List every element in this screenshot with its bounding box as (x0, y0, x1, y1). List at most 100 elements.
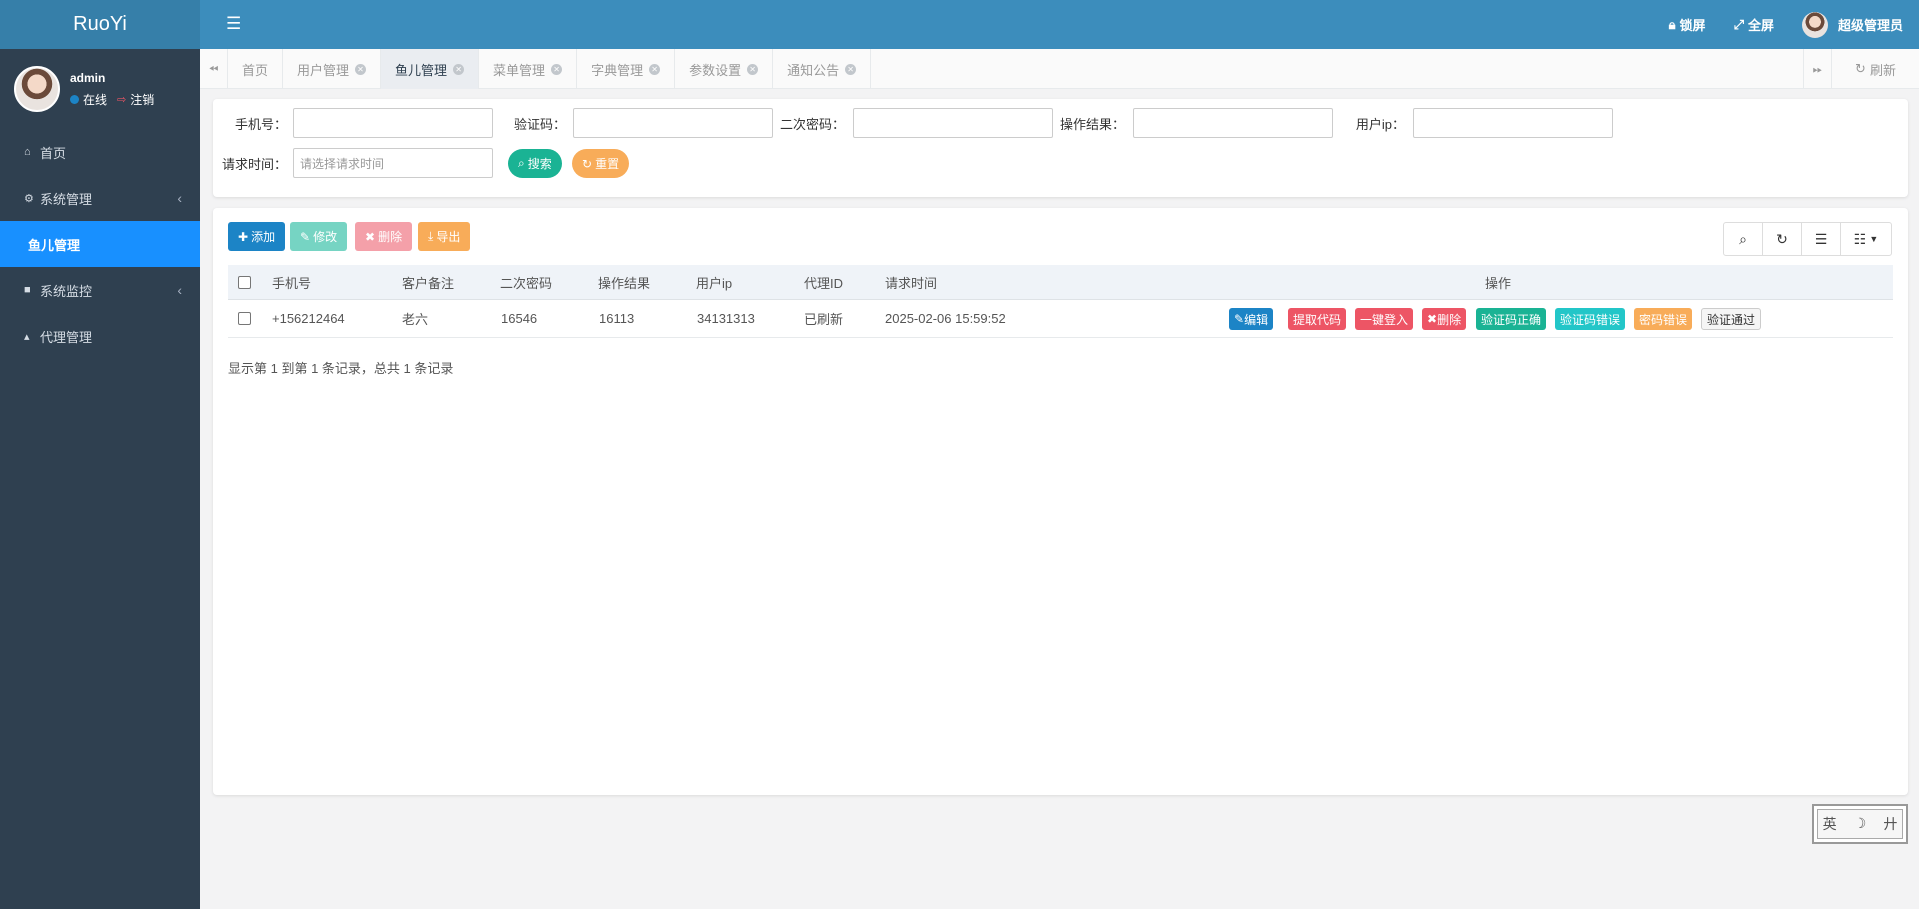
close-icon[interactable]: ✕ (747, 63, 759, 75)
lock-label: 锁屏 (1679, 18, 1706, 33)
col-result[interactable]: 操作结果 (598, 265, 650, 299)
col-agent[interactable]: 代理ID (804, 265, 843, 299)
time-input[interactable]: 请选择请求时间 (293, 148, 493, 178)
close-icon[interactable]: ✕ (453, 63, 465, 75)
user-menu[interactable]: 超级管理员 (1801, 11, 1903, 38)
row-delete-button[interactable]: ✖ 删除 (1422, 308, 1467, 330)
ime-punct[interactable]: 廾 (1883, 814, 1897, 834)
col-ip[interactable]: 用户ip (696, 265, 732, 299)
user-name: admin (70, 70, 106, 85)
one-click-login-button[interactable]: 一键登入 (1355, 308, 1414, 330)
chevron-left-icon: ‹ (177, 190, 182, 206)
gear-icon: ⚙ (24, 192, 34, 205)
export-button[interactable]: ⤓ 导出 (418, 222, 471, 251)
tab-menu-management[interactable]: 菜单管理 ✕ (479, 49, 578, 89)
table-header: 手机号 客户备注 二次密码 操作结果 用户ip 代理ID 请求时间 操作 (228, 265, 1893, 300)
ime-toolbar[interactable]: 英 ☽ 廾 (1812, 804, 1908, 844)
search-button[interactable]: ⌕ 搜索 (508, 149, 562, 178)
avatar[interactable] (14, 66, 60, 112)
tab-params[interactable]: 参数设置 ✕ (675, 49, 774, 89)
refresh-icon: ↻ (582, 156, 593, 171)
lock-screen-button[interactable]: 🔒︎ 锁屏 (1669, 15, 1706, 34)
col-remark[interactable]: 客户备注 (402, 265, 454, 299)
sidebar-item-label: 系统监控 (40, 283, 93, 299)
extract-code-label: 提取代码 (1293, 312, 1342, 327)
close-icon[interactable]: ✕ (355, 63, 367, 75)
tab-user-management[interactable]: 用户管理 ✕ (283, 49, 382, 89)
cell-phone: +156212464 (272, 311, 345, 326)
moon-icon[interactable]: ☽ (1854, 816, 1867, 832)
tab-label: 参数设置 (689, 62, 742, 78)
table-row: +156212464 老六 16546 16113 34131313 已刷新 2… (228, 300, 1893, 338)
edit-icon: ✎ (300, 229, 311, 244)
tab-dict-management[interactable]: 字典管理 ✕ (577, 49, 676, 89)
logout-link[interactable]: 注销 (130, 91, 154, 108)
video-icon: ■ (24, 284, 31, 296)
chevron-left-icon: ‹ (177, 282, 182, 298)
tab-scroll-right-icon[interactable]: ⏩︎ (1803, 49, 1831, 89)
top-right-menu: 🔒︎ 锁屏 ⤢ 全屏 超级管理员 (1669, 0, 1903, 49)
expand-icon: ⤢ (1733, 16, 1744, 32)
password-wrong-button[interactable]: 密码错误 (1634, 308, 1693, 330)
close-icon[interactable]: ✕ (845, 63, 857, 75)
cell-agent: 已刷新 (804, 312, 844, 327)
cell-remark: 老六 (402, 312, 429, 327)
tab-fish-management[interactable]: 鱼儿管理 ✕ (381, 49, 480, 89)
code-label: 验证码： (513, 117, 566, 132)
sidebar-item-system[interactable]: ⚙ 系统管理 ‹ (0, 175, 200, 221)
time-label: 请求时间： (221, 157, 287, 172)
user-menu-label: 超级管理员 (1837, 18, 1903, 33)
verify-pass-label: 验证通过 (1707, 312, 1756, 327)
extract-code-button[interactable]: 提取代码 (1288, 308, 1347, 330)
ip-input[interactable] (1413, 108, 1613, 138)
search-button-label: 搜索 (527, 157, 552, 171)
close-icon[interactable]: ✕ (649, 63, 661, 75)
cell-time: 2025-02-06 15:59:52 (885, 311, 1006, 326)
columns-button[interactable]: ☷ ▼ (1841, 223, 1891, 255)
refresh-icon: ↻ (1855, 61, 1866, 76)
row-checkbox[interactable] (238, 300, 251, 337)
user-info: admin 在线 ⇨ 注销 (70, 71, 154, 108)
tab-scroll-left-icon[interactable]: ⏪︎ (200, 49, 228, 89)
fullscreen-button[interactable]: ⤢ 全屏 (1734, 15, 1774, 34)
ime-lang[interactable]: 英 (1823, 814, 1837, 834)
tab-label: 用户管理 (297, 62, 350, 78)
tab-label: 鱼儿管理 (395, 62, 448, 78)
verify-pass-button[interactable]: 验证通过 (1701, 308, 1762, 330)
select-all-checkbox[interactable] (238, 265, 251, 299)
search-icon: ⌕ (1739, 230, 1747, 247)
toggle-view-button[interactable]: ☰ (1802, 223, 1841, 255)
reset-button[interactable]: ↻ 重置 (572, 149, 630, 178)
refresh-tab-button[interactable]: ↻ 刷新 (1831, 49, 1919, 89)
ip-label: 用户ip： (1355, 117, 1405, 132)
sidebar-item-label: 代理管理 (40, 329, 93, 345)
reset-button-label: 重置 (595, 157, 620, 171)
close-icon[interactable]: ✕ (551, 63, 563, 75)
sidebar-item-home[interactable]: ⌂ 首页 (0, 129, 200, 175)
search-toggle-button[interactable]: ⌕ (1724, 223, 1763, 255)
online-status: 在线 (83, 92, 108, 107)
add-button[interactable]: ✚ 添加 (228, 222, 286, 251)
sidebar-item-agent[interactable]: ▴ 代理管理 (0, 313, 200, 359)
tab-home[interactable]: 首页 (228, 49, 284, 89)
col-time[interactable]: 请求时间 (885, 265, 937, 299)
delete-button[interactable]: ✖ 删除 (355, 222, 413, 251)
row-edit-button[interactable]: ✎ 编辑 (1229, 308, 1274, 330)
sidebar-item-label: 系统管理 (40, 191, 93, 207)
search-icon: ⌕ (518, 156, 525, 170)
col-phone[interactable]: 手机号 (272, 265, 311, 299)
add-label: 添加 (251, 230, 276, 244)
sidebar-item-fish[interactable]: 鱼儿管理 (0, 221, 200, 267)
tab-notice[interactable]: 通知公告 ✕ (773, 49, 872, 89)
sidebar: RuoYi admin 在线 ⇨ 注销 ⌂ 首页 ⚙ 系统管理 ‹ 鱼儿管理 ■… (0, 0, 200, 909)
edit-button[interactable]: ✎ 修改 (290, 222, 348, 251)
sidebar-item-monitor[interactable]: ■ 系统监控 ‹ (0, 267, 200, 313)
code-wrong-button[interactable]: 验证码错误 (1555, 308, 1626, 330)
logout-icon[interactable]: ⇨ (117, 93, 126, 106)
app-logo[interactable]: RuoYi (0, 0, 200, 49)
code-correct-button[interactable]: 验证码正确 (1476, 308, 1547, 330)
col-pwd2[interactable]: 二次密码 (500, 265, 552, 299)
hamburger-menu-icon[interactable]: ☰ (226, 14, 241, 34)
refresh-table-button[interactable]: ↻ (1763, 223, 1802, 255)
cell-ip: 34131313 (697, 311, 755, 326)
